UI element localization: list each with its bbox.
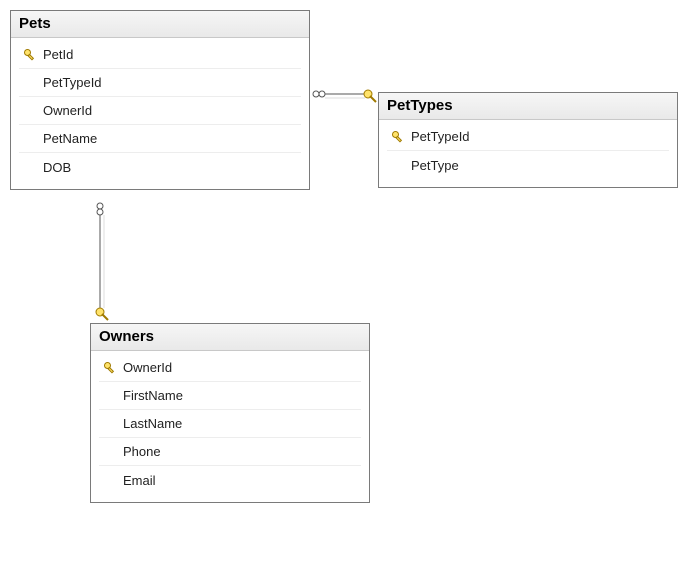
column-name: PetTypeId [409,129,470,144]
table-pettypes[interactable]: PetTypes PetTypeId PetType [378,92,678,188]
table-title-owners: Owners [91,324,369,351]
column-name: DOB [41,160,71,175]
column-row[interactable]: PetTypeId [19,69,301,97]
column-row[interactable]: Email [99,466,361,494]
column-name: FirstName [121,388,183,403]
column-row[interactable]: PetTypeId [387,123,669,151]
primary-key-icon [387,130,409,144]
column-row[interactable]: OwnerId [99,354,361,382]
column-name: LastName [121,416,182,431]
columns-owners: OwnerId FirstName LastName Phone Email [91,351,369,502]
relationship-pets-pettypes [310,84,378,108]
column-name: Phone [121,444,161,459]
relationship-pets-owners [90,200,114,323]
diagram-canvas: Pets PetId PetTypeId O [0,0,695,561]
primary-key-icon [99,361,121,375]
column-row[interactable]: Phone [99,438,361,466]
column-row[interactable]: DOB [19,153,301,181]
column-row[interactable]: PetId [19,41,301,69]
column-row[interactable]: PetName [19,125,301,153]
column-name: Email [121,473,156,488]
table-owners[interactable]: Owners OwnerId FirstName [90,323,370,503]
column-row[interactable]: LastName [99,410,361,438]
column-name: PetName [41,131,97,146]
primary-key-icon [19,48,41,62]
column-name: PetType [409,158,459,173]
table-title-pets: Pets [11,11,309,38]
table-title-pettypes: PetTypes [379,93,677,120]
column-row[interactable]: PetType [387,151,669,179]
column-name: PetId [41,47,73,62]
column-name: OwnerId [121,360,172,375]
table-pets[interactable]: Pets PetId PetTypeId O [10,10,310,190]
columns-pets: PetId PetTypeId OwnerId PetName DOB [11,38,309,189]
columns-pettypes: PetTypeId PetType [379,120,677,187]
column-row[interactable]: FirstName [99,382,361,410]
column-name: PetTypeId [41,75,102,90]
column-row[interactable]: OwnerId [19,97,301,125]
column-name: OwnerId [41,103,92,118]
